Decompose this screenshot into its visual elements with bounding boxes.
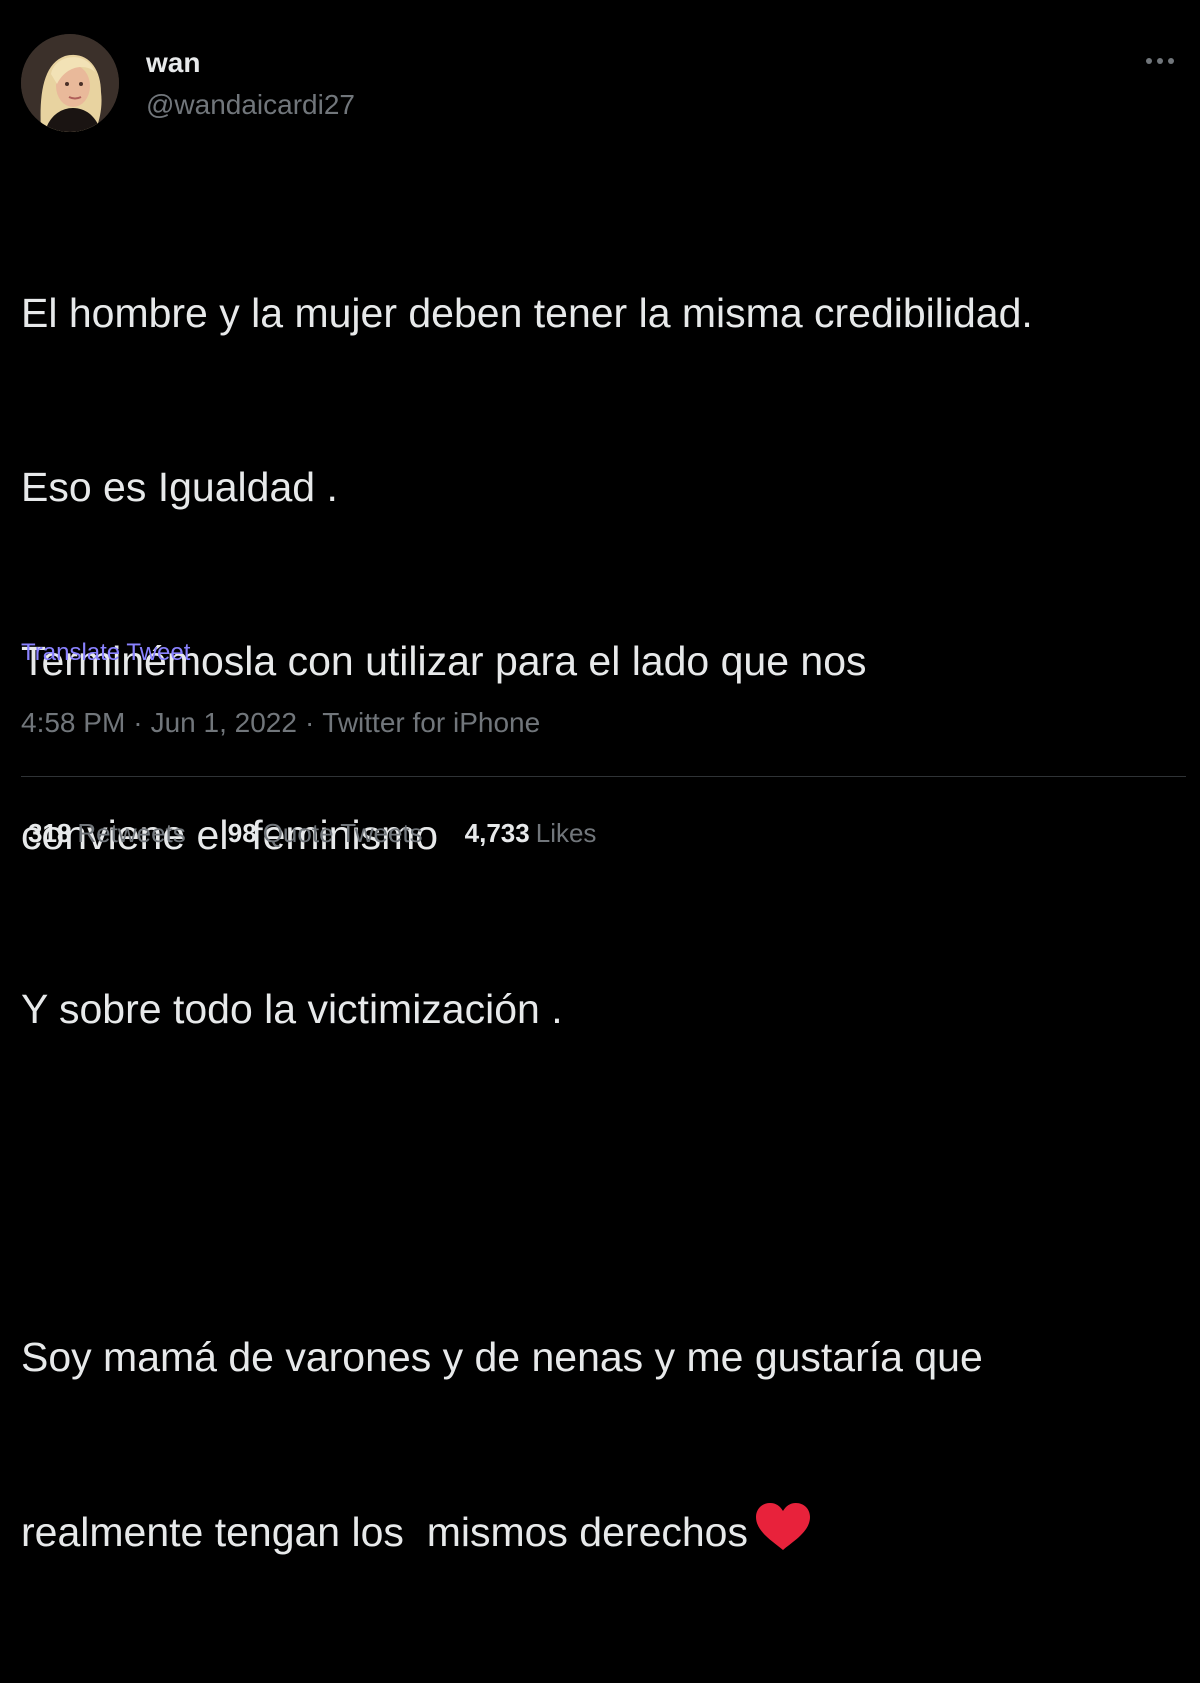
author-avatar[interactable]	[21, 34, 119, 132]
tweet-line	[21, 1154, 1186, 1212]
more-options-button[interactable]	[1140, 46, 1180, 76]
tweet-line: Eso es Igualdad .	[21, 464, 338, 510]
quote-tweets-stat[interactable]: 98 Quote Tweets	[228, 816, 423, 850]
tweet-line: Soy mamá de varones y de nenas y me gust…	[21, 1334, 983, 1380]
profile-photo-icon	[21, 34, 119, 132]
tweet-time[interactable]: 4:58 PM	[21, 707, 125, 738]
tweet-line: El hombre y la mujer deben tener la mism…	[21, 290, 1033, 336]
divider	[21, 776, 1186, 777]
tweet-metadata: 4:58 PM · Jun 1, 2022 · Twitter for iPhone	[21, 705, 540, 741]
translate-tweet-link[interactable]: Translate Tweet	[21, 638, 190, 668]
tweet-line-text: realmente tengan los mismos derechos	[21, 1509, 748, 1555]
tweet-card: wan @wandaicardi27 El hombre y la mujer …	[0, 0, 1200, 1555]
likes-label: Likes	[535, 818, 597, 848]
tweet-line: Terminémosla con utilizar para el lado q…	[21, 638, 867, 684]
retweets-label: Retweets	[77, 818, 186, 848]
red-heart-icon	[754, 1502, 812, 1567]
meta-separator: ·	[304, 707, 315, 738]
likes-stat[interactable]: 4,733 Likes	[465, 816, 597, 850]
likes-count: 4,733	[464, 818, 530, 848]
retweets-count: 318	[28, 818, 72, 848]
engagement-stats: 318 Retweets 98 Quote Tweets 4,733 Likes	[28, 816, 638, 850]
meta-separator: ·	[133, 707, 143, 738]
tweet-line: Y sobre todo la victimización .	[21, 986, 563, 1032]
tweet-line-last: realmente tengan los mismos derechos	[21, 1502, 1186, 1567]
quote-tweets-label: Quote Tweets	[262, 818, 423, 848]
tweet-source[interactable]: Twitter for iPhone	[322, 707, 540, 738]
more-horizontal-icon	[1146, 58, 1174, 64]
tweet-text: El hombre y la mujer deben tener la mism…	[21, 168, 1186, 1683]
retweets-stat[interactable]: 318 Retweets	[28, 816, 186, 850]
author-display-name[interactable]: wan	[146, 46, 200, 80]
author-handle[interactable]: @wandaicardi27	[146, 88, 355, 122]
tweet-date[interactable]: Jun 1, 2022	[151, 707, 297, 738]
quote-tweets-count: 98	[227, 818, 257, 848]
